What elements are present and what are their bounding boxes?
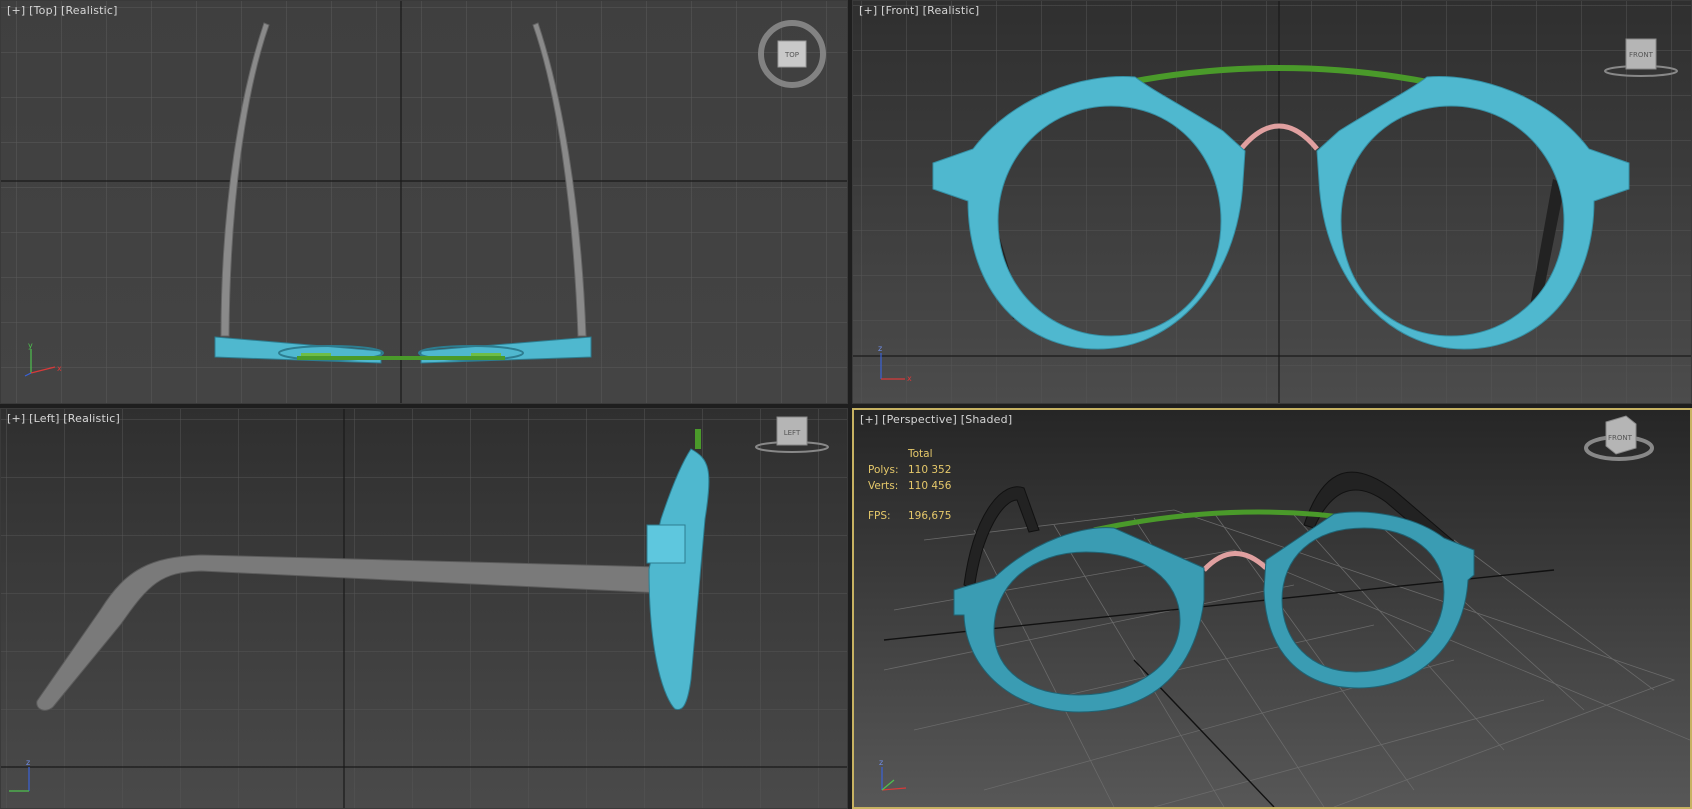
viewport-top-canvas: TOP y x (1, 1, 847, 403)
viewport-label-top[interactable]: [+] [Top] [Realistic] (7, 4, 118, 17)
viewport-label-left[interactable]: [+] [Left] [Realistic] (7, 412, 120, 425)
viewport-top[interactable]: [+] [Top] [Realistic] TOP y x (0, 0, 848, 404)
fps-value: 196,675 (908, 510, 952, 522)
viewport-label-front[interactable]: [+] [Front] [Realistic] (859, 4, 979, 17)
viewport-perspective[interactable]: [+] [Perspective] [Shaded] Total Polys: 1… (852, 408, 1692, 809)
viewport-shading-mode[interactable]: [Realistic] (63, 412, 120, 425)
viewcube-face-label: TOP (784, 51, 799, 59)
verts-label: Verts: (868, 480, 899, 492)
viewport-shading-mode[interactable]: [Realistic] (923, 4, 980, 17)
svg-text:FRONT: FRONT (1608, 434, 1633, 442)
viewport-shading-mode[interactable]: [Realistic] (61, 4, 118, 17)
svg-text:x: x (907, 374, 912, 383)
viewport-left-canvas: LEFT z (1, 409, 847, 808)
viewport-perspective-canvas: FRONT z (854, 410, 1690, 807)
fps-label: FPS: (868, 510, 891, 522)
svg-text:z: z (26, 758, 30, 767)
svg-text:x: x (57, 364, 62, 373)
viewport-front-canvas: FRONT z x (853, 1, 1691, 403)
viewport-view-name[interactable]: [Top] (29, 4, 57, 17)
viewport-view-name[interactable]: [Left] (29, 412, 59, 425)
verts-value: 110 456 (908, 480, 952, 492)
polys-value: 110 352 (908, 464, 952, 476)
polys-label: Polys: (868, 464, 899, 476)
viewport-label-perspective[interactable]: [+] [Perspective] [Shaded] (860, 413, 1012, 426)
viewport-menu-plus[interactable]: [+] (7, 4, 25, 17)
viewport-menu-plus[interactable]: [+] (7, 412, 25, 425)
viewport-menu-plus[interactable]: [+] (859, 4, 877, 17)
svg-text:z: z (878, 344, 882, 353)
svg-text:y: y (28, 341, 33, 350)
viewport-shading-mode[interactable]: [Shaded] (961, 413, 1013, 426)
viewport-view-name[interactable]: [Perspective] (882, 413, 957, 426)
viewport-view-name[interactable]: [Front] (881, 4, 919, 17)
viewport-left[interactable]: [+] [Left] [Realistic] LEFT z (0, 408, 848, 809)
svg-text:z: z (879, 758, 883, 767)
stats-header: Total (908, 448, 933, 460)
svg-text:FRONT: FRONT (1629, 51, 1654, 59)
viewport-menu-plus[interactable]: [+] (860, 413, 878, 426)
svg-text:LEFT: LEFT (784, 429, 801, 437)
viewport-front[interactable]: [+] [Front] [Realistic] FRONT z x (852, 0, 1692, 404)
statistics-overlay: Total Polys: 110 352 Verts: 110 456 FPS: 19… (868, 446, 951, 524)
